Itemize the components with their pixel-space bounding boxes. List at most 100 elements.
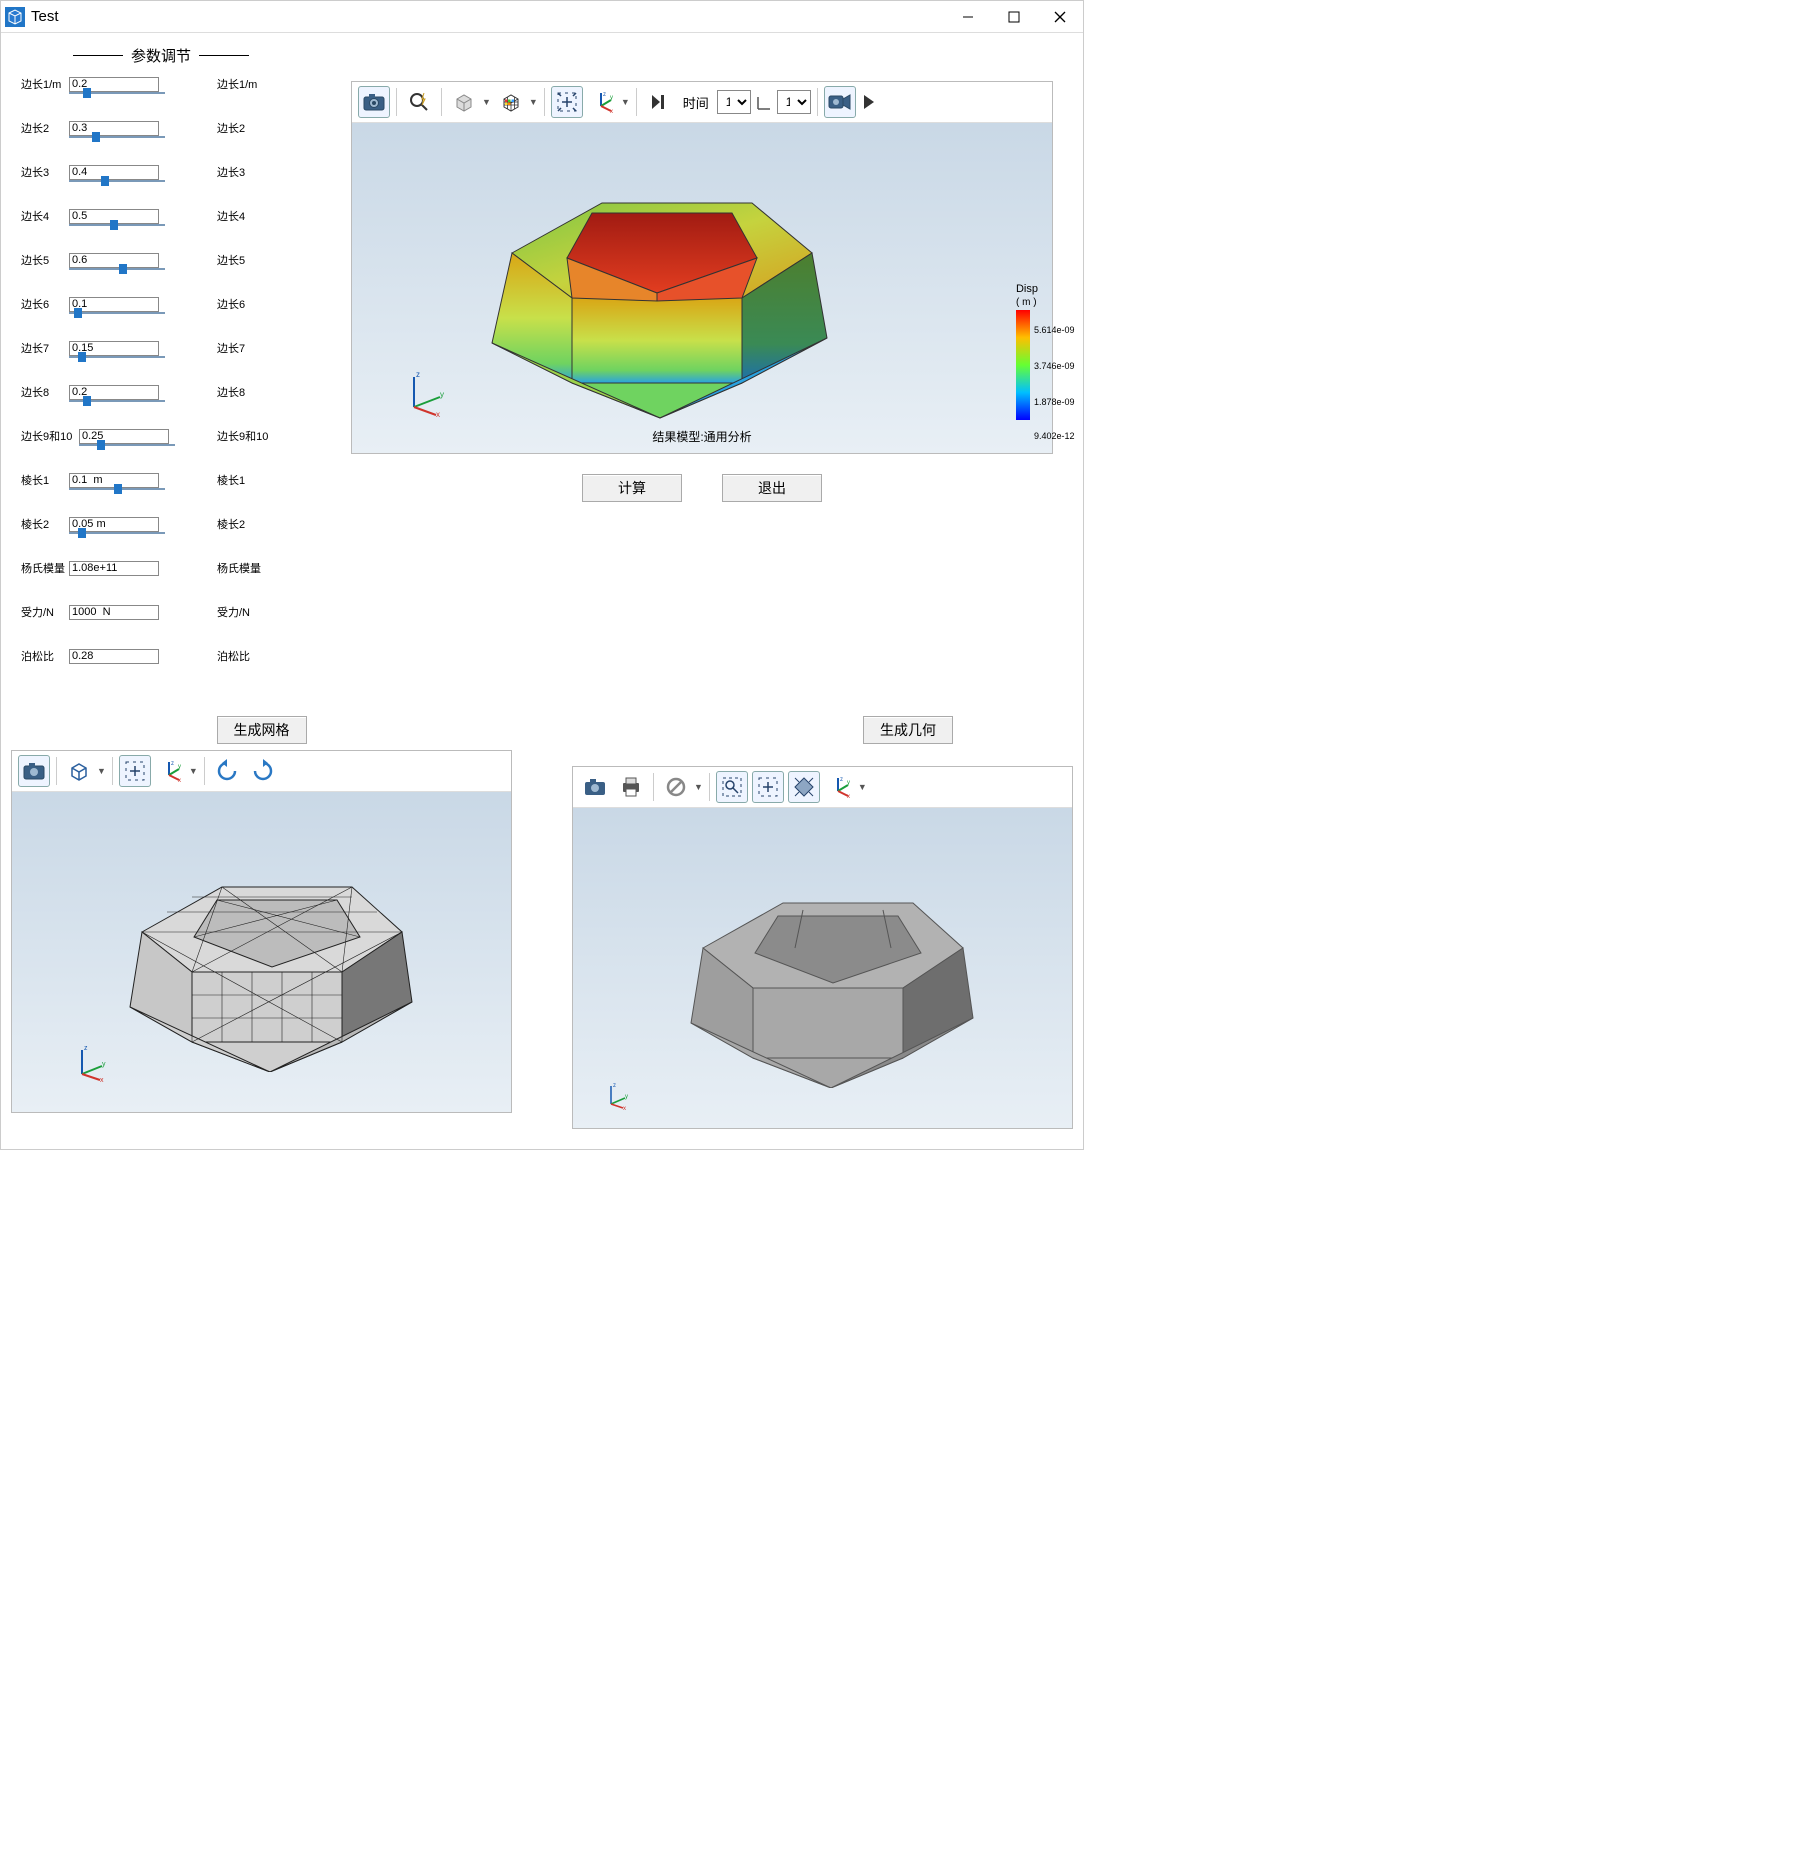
maximize-button[interactable] — [991, 1, 1037, 33]
param-input[interactable] — [79, 429, 169, 444]
param-slider-thumb[interactable] — [78, 352, 86, 362]
video-camera-icon[interactable] — [824, 86, 856, 118]
result-caption: 结果模型:通用分析 — [352, 428, 1052, 445]
param-slider-track[interactable] — [69, 180, 165, 182]
param-slider-track[interactable] — [69, 268, 165, 270]
time-select-2[interactable]: 1 — [777, 90, 811, 114]
fit-extents-icon[interactable] — [119, 755, 151, 787]
forward-icon[interactable] — [860, 86, 878, 118]
param-label: 边长7 — [21, 340, 69, 356]
param-slider-track[interactable] — [79, 444, 175, 446]
axes-dropdown-icon[interactable]: z y x — [587, 86, 619, 118]
fit-extents-icon[interactable] — [752, 771, 784, 803]
param-row: 边长8边长8 — [21, 384, 301, 406]
axes-dropdown[interactable]: z y x ▼ — [587, 86, 630, 118]
rubik-dropdown[interactable]: ▼ — [495, 86, 538, 118]
result-area: ▼ ▼ — [311, 41, 1073, 692]
chevron-down-icon: ▼ — [529, 97, 538, 107]
svg-text:z: z — [416, 370, 420, 379]
param-label: 边长1/m — [21, 76, 69, 92]
param-slider-thumb[interactable] — [97, 440, 105, 450]
param-input[interactable] — [69, 561, 159, 576]
geometry-model — [683, 888, 983, 1088]
param-label: 边长9和10 — [21, 428, 79, 444]
close-button[interactable] — [1037, 1, 1083, 33]
axis-triad: z y x — [402, 367, 452, 417]
param-label: 棱长2 — [21, 516, 69, 532]
diamond-fit-icon[interactable] — [788, 771, 820, 803]
param-slider-thumb[interactable] — [83, 88, 91, 98]
param-row: 边长7 边长7 — [21, 340, 301, 362]
param-slider-track[interactable] — [69, 136, 165, 138]
camera-icon[interactable] — [18, 755, 50, 787]
cube-dropdown-icon[interactable] — [448, 86, 480, 118]
camera-icon[interactable] — [579, 771, 611, 803]
generate-mesh-button[interactable]: 生成网格 — [217, 716, 307, 744]
param-slider-thumb[interactable] — [101, 176, 109, 186]
svg-text:z: z — [603, 92, 606, 98]
param-input[interactable] — [69, 253, 159, 268]
chevron-down-icon: ▼ — [858, 782, 867, 792]
generate-geometry-button[interactable]: 生成几何 — [863, 716, 953, 744]
param-slider-thumb[interactable] — [92, 132, 100, 142]
chevron-down-icon: ▼ — [482, 97, 491, 107]
minimize-button[interactable] — [945, 1, 991, 33]
geometry-viewport[interactable]: z y x — [573, 808, 1072, 1128]
rotate-cw-icon[interactable] — [247, 755, 279, 787]
rotate-ccw-icon[interactable] — [211, 755, 243, 787]
wire-cube-dropdown-icon[interactable] — [63, 755, 95, 787]
param-right-label: 边长5 — [217, 252, 245, 268]
camera-icon[interactable] — [358, 86, 390, 118]
app-window: Test 参数调节 边长1/m边长1/m边长2边长2边长3边长3边长4边长 — [0, 0, 1084, 1150]
param-input[interactable] — [69, 297, 159, 312]
rubik-icon[interactable] — [495, 86, 527, 118]
param-row: 边长5边长5 — [21, 252, 301, 274]
legend-unit: ( m ) — [1016, 297, 1038, 308]
zoom-flash-icon[interactable] — [403, 86, 435, 118]
mesh-toolbar: ▼ zyx ▼ — [12, 751, 511, 792]
chevron-down-icon: ▼ — [97, 766, 106, 776]
mesh-model — [122, 872, 422, 1072]
result-viewport[interactable]: Disp ( m ) 5.614e-09 3.746e-09 1.878e-09… — [352, 123, 1052, 453]
param-right-label: 边长3 — [217, 164, 245, 180]
result-viewer-frame: ▼ ▼ — [351, 81, 1053, 454]
param-input[interactable] — [69, 165, 159, 180]
param-panel-title: 参数调节 — [131, 45, 191, 66]
param-input[interactable] — [69, 649, 159, 664]
svg-text:x: x — [610, 109, 613, 114]
axes-dropdown-icon[interactable]: zyx — [155, 755, 187, 787]
param-slider-thumb[interactable] — [74, 308, 82, 318]
skip-last-icon[interactable] — [643, 86, 675, 118]
axes-dropdown[interactable]: zyx ▼ — [155, 755, 198, 787]
fit-extents-icon[interactable] — [551, 86, 583, 118]
param-right-label: 边长1/m — [217, 76, 257, 92]
param-input[interactable] — [69, 605, 159, 620]
param-right-label: 棱长1 — [217, 472, 245, 488]
param-input[interactable] — [69, 121, 159, 136]
wire-cube-dropdown[interactable]: ▼ — [63, 755, 106, 787]
param-right-label: 边长7 — [217, 340, 245, 356]
param-label: 受力/N — [21, 604, 69, 620]
param-slider-thumb[interactable] — [78, 528, 86, 538]
param-right-label: 边长6 — [217, 296, 245, 312]
param-slider-thumb[interactable] — [114, 484, 122, 494]
zoom-rect-icon[interactable] — [716, 771, 748, 803]
axis-triad: z y x — [72, 1042, 112, 1082]
axes-dropdown[interactable]: zyx ▼ — [824, 771, 867, 803]
legend-tick: 5.614e-09 — [1034, 326, 1075, 335]
axes-dropdown-icon[interactable]: zyx — [824, 771, 856, 803]
svg-text:x: x — [100, 1077, 104, 1082]
mesh-viewport[interactable]: z y x — [12, 792, 511, 1112]
param-slider-thumb[interactable] — [110, 220, 118, 230]
cube-dropdown[interactable]: ▼ — [448, 86, 491, 118]
calculate-button[interactable]: 计算 — [582, 474, 682, 502]
exit-button[interactable]: 退出 — [722, 474, 822, 502]
param-slider-thumb[interactable] — [83, 396, 91, 406]
disabled-dropdown-icon[interactable] — [660, 771, 692, 803]
disabled-dropdown[interactable]: ▼ — [660, 771, 703, 803]
print-icon[interactable] — [615, 771, 647, 803]
param-slider-track[interactable] — [69, 312, 165, 314]
param-row: 边长6边长6 — [21, 296, 301, 318]
time-index-select[interactable]: 1 — [717, 90, 751, 114]
param-slider-thumb[interactable] — [119, 264, 127, 274]
